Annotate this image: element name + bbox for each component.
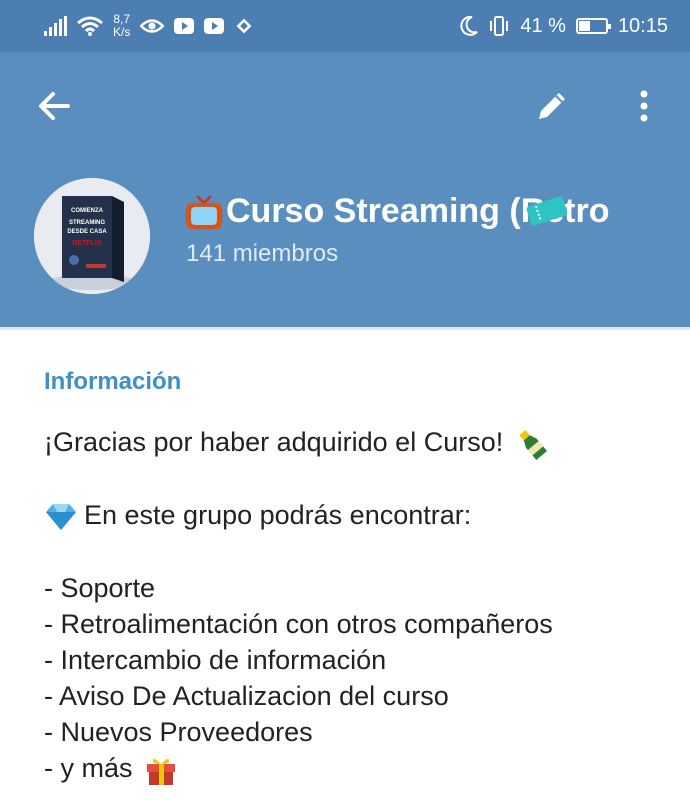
battery-percent: 41 %	[520, 14, 566, 37]
info-line-text: ¡Gracias por haber adquirido el Curso!	[44, 427, 504, 457]
gem-icon	[46, 503, 76, 530]
header-divider	[0, 327, 690, 330]
info-line: - Nuevos Proveedores	[44, 714, 684, 750]
cover-line-4: NETFLIX	[72, 240, 101, 247]
clock: 10:15	[617, 14, 668, 37]
info-section-label: Información	[44, 368, 182, 395]
info-line: - Retroalimentación con otros compañeros	[44, 606, 684, 642]
member-count: 141 miembros	[186, 240, 339, 267]
moon-icon	[460, 16, 479, 36]
gift-icon	[147, 758, 176, 785]
status-right: 41 % 10:15	[460, 15, 668, 38]
info-line: - Soporte	[44, 570, 684, 606]
info-line: - y más	[44, 750, 684, 786]
info-line-text: - Nuevos Proveedores	[44, 717, 313, 747]
battery-level	[578, 21, 591, 31]
info-description: ¡Gracias por haber adquirido el Curso! E…	[44, 424, 684, 786]
info-line-text: En este grupo podrás encontrar:	[84, 500, 472, 530]
binance-icon	[236, 18, 252, 34]
tv-icon	[186, 195, 222, 230]
youtube-icon-2	[204, 18, 225, 34]
cover-line-3: DESDE CASA	[67, 229, 107, 235]
more-vertical-icon[interactable]	[628, 86, 660, 126]
group-title: Curso Streaming (Retro	[184, 190, 690, 232]
group-header: COMIENZA STREAMING DESDE CASA NETFLIX Cu…	[0, 52, 690, 327]
speed-unit: K/s	[113, 25, 131, 39]
info-line-text: - y más	[44, 753, 133, 783]
info-line-text: - Soporte	[44, 573, 156, 603]
info-line-text: - Intercambio de información	[44, 645, 387, 675]
info-line: ¡Gracias por haber adquirido el Curso!	[44, 424, 684, 460]
info-line-text: - Aviso De Actualizacion del curso	[44, 681, 449, 711]
course-box-image: COMIENZA STREAMING DESDE CASA NETFLIX	[34, 178, 150, 294]
youtube-icon	[174, 18, 195, 34]
cover-line-2: STREAMING	[69, 220, 105, 226]
pencil-icon[interactable]	[532, 86, 572, 126]
group-avatar[interactable]: COMIENZA STREAMING DESDE CASA NETFLIX	[34, 178, 150, 294]
back-arrow-icon[interactable]	[34, 86, 74, 126]
champagne-icon	[519, 429, 547, 460]
status-left: 8,7 K/s	[44, 13, 254, 39]
eye-icon	[140, 19, 165, 33]
battery-icon	[575, 18, 611, 34]
info-line: En este grupo podrás encontrar:	[44, 497, 684, 533]
cover-line-1: COMIENZA	[71, 208, 104, 214]
vibrate-icon	[490, 16, 509, 36]
info-line: - Intercambio de información	[44, 642, 684, 678]
ticket-icon	[526, 196, 568, 226]
wifi-icon	[77, 16, 103, 36]
status-bar: 8,7 K/s 41 % 10:15	[0, 0, 690, 52]
info-line: - Aviso De Actualizacion del curso	[44, 678, 684, 714]
network-speed: 8,7 K/s	[113, 13, 130, 39]
info-line-text: - Retroalimentación con otros compañeros	[44, 609, 553, 639]
signal-icon	[44, 16, 67, 36]
